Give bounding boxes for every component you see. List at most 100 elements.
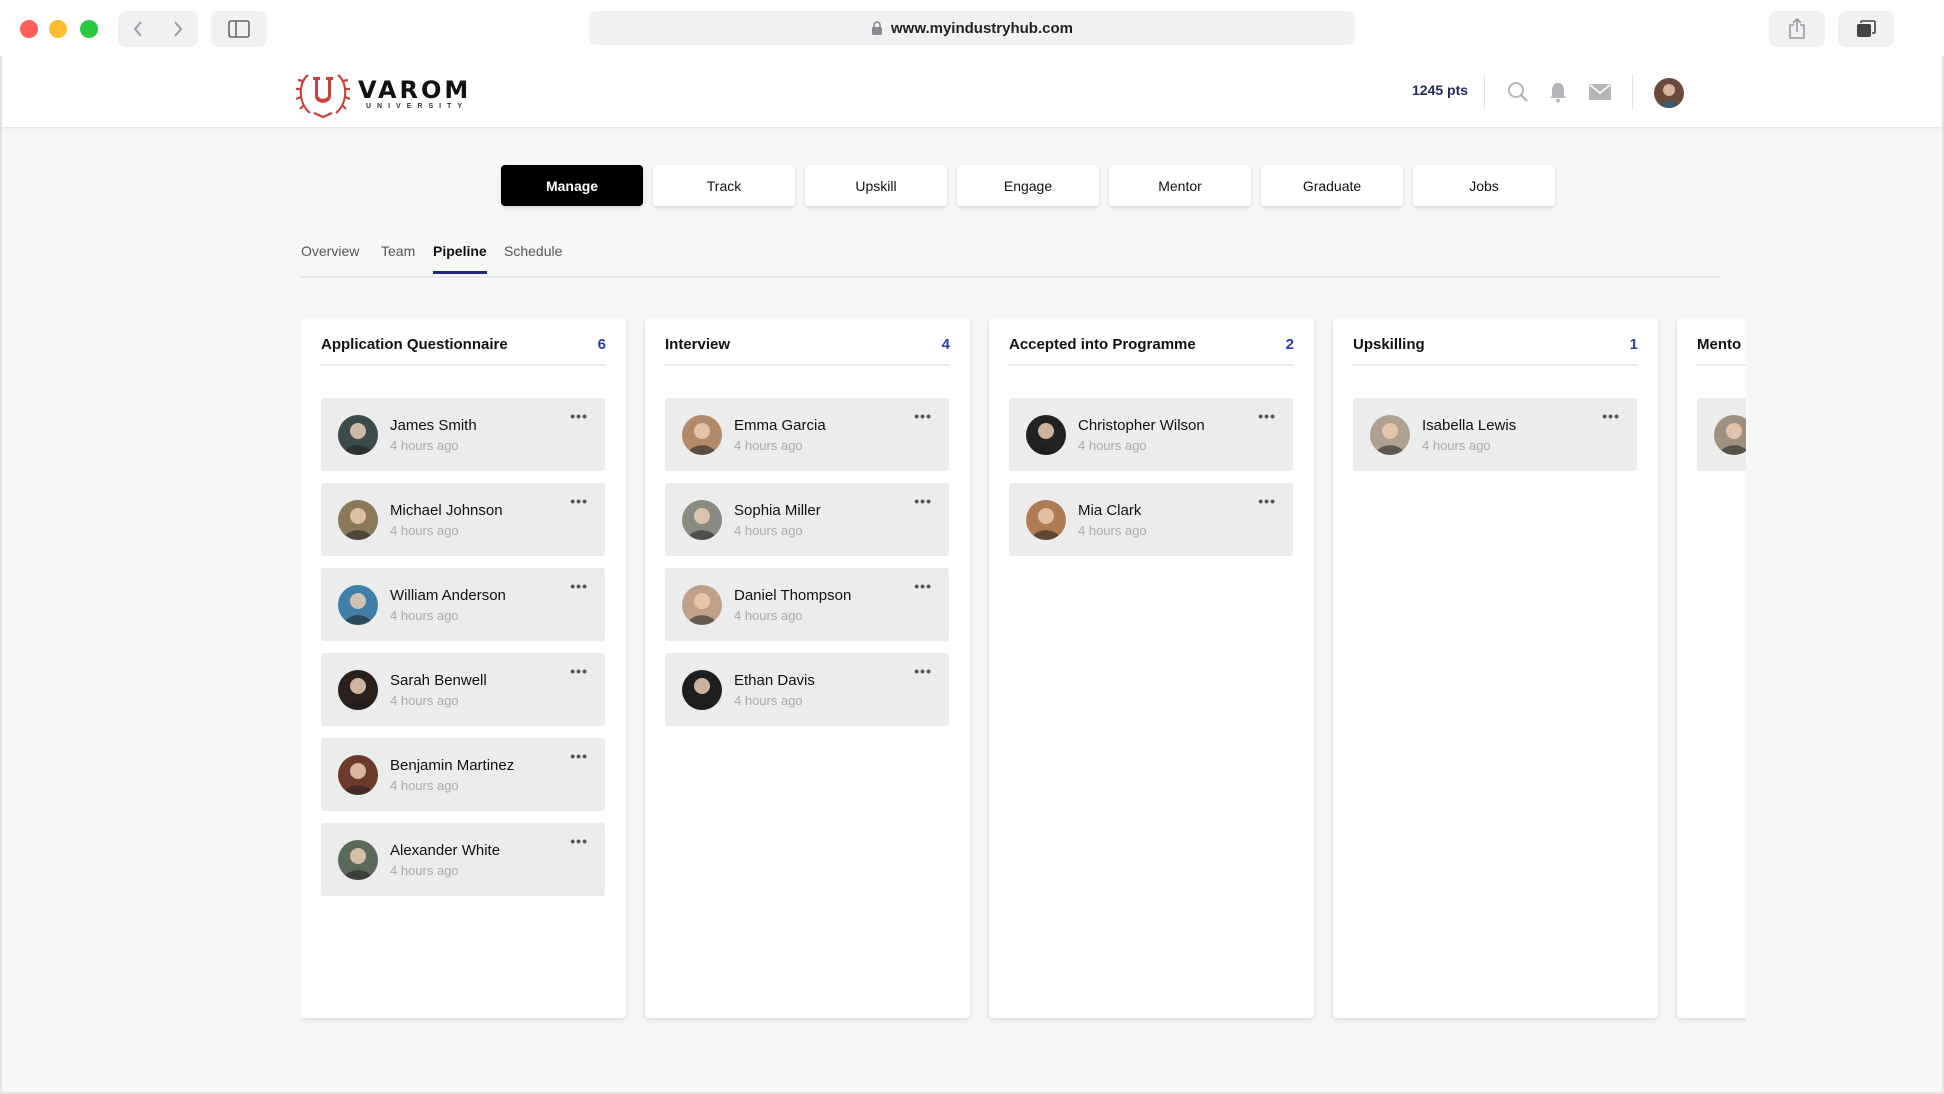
- search-button[interactable]: [1506, 80, 1530, 104]
- tab-engage[interactable]: Engage: [957, 165, 1099, 206]
- more-options-icon[interactable]: •••: [570, 833, 588, 849]
- avatar: [1370, 415, 1410, 455]
- logo-subtitle: UNIVERSITY: [366, 102, 469, 110]
- candidate-name: Sarah Benwell: [390, 672, 487, 689]
- candidate-timestamp: 4 hours ago: [1078, 438, 1147, 453]
- tab-jobs[interactable]: Jobs: [1413, 165, 1555, 206]
- avatar: [338, 840, 378, 880]
- avatar: [1714, 415, 1746, 455]
- user-avatar[interactable]: [1654, 78, 1684, 108]
- close-window-button[interactable]: [20, 20, 38, 38]
- more-options-icon[interactable]: •••: [570, 748, 588, 764]
- back-button[interactable]: [118, 11, 158, 47]
- minimize-window-button[interactable]: [49, 20, 67, 38]
- avatar: [682, 670, 722, 710]
- candidate-card[interactable]: Isabella Lewis 4 hours ago •••: [1353, 398, 1637, 471]
- subtab-pipeline[interactable]: Pipeline: [433, 243, 487, 274]
- candidate-card[interactable]: James Smith 4 hours ago •••: [321, 398, 605, 471]
- candidate-card[interactable]: Christopher Wilson 4 hours ago •••: [1009, 398, 1293, 471]
- subtab-overview[interactable]: Overview: [301, 243, 359, 271]
- tab-manage[interactable]: Manage: [501, 165, 643, 206]
- pipeline-column: Application Questionnaire 6 James Smith 4 h…: [301, 318, 626, 1018]
- candidate-timestamp: 4 hours ago: [390, 608, 459, 623]
- avatar: [338, 500, 378, 540]
- avatar: [1026, 415, 1066, 455]
- candidate-name: Daniel Thompson: [734, 587, 852, 604]
- subtab-schedule[interactable]: Schedule: [504, 243, 562, 271]
- avatar: [338, 585, 378, 625]
- share-button[interactable]: [1769, 11, 1825, 47]
- column-title: Accepted into Programme: [1009, 336, 1196, 353]
- column-title: Mento: [1697, 336, 1742, 353]
- more-options-icon[interactable]: •••: [914, 578, 932, 594]
- column-title: Upskilling: [1353, 336, 1425, 353]
- candidate-name: Isabella Lewis: [1422, 417, 1517, 434]
- more-options-icon[interactable]: •••: [1602, 408, 1620, 424]
- candidate-card[interactable]: Emma Garcia 4 hours ago •••: [665, 398, 949, 471]
- maximize-window-button[interactable]: [80, 20, 98, 38]
- candidate-card[interactable]: Daniel Thompson 4 hours ago •••: [665, 568, 949, 641]
- varom-logo[interactable]: VAROM UNIVERSITY: [294, 67, 471, 119]
- pipeline-column: Upskilling 1 Isabella Lewis 4 hours ago •••: [1333, 318, 1658, 1018]
- candidate-timestamp: 4 hours ago: [390, 523, 459, 538]
- candidate-timestamp: 4 hours ago: [1078, 523, 1147, 538]
- pipeline-board: Application Questionnaire 6 James Smith 4 h…: [301, 318, 1746, 1078]
- forward-button[interactable]: [158, 11, 198, 47]
- candidate-timestamp: 4 hours ago: [734, 438, 803, 453]
- avatar: [1026, 500, 1066, 540]
- tab-mentor[interactable]: Mentor: [1109, 165, 1251, 206]
- column-header: Upskilling 1: [1353, 336, 1638, 366]
- column-title: Application Questionnaire: [321, 336, 508, 353]
- avatar: [682, 585, 722, 625]
- candidate-name: Mia Clark: [1078, 502, 1142, 519]
- more-options-icon[interactable]: •••: [914, 663, 932, 679]
- logo-name: VAROM: [358, 75, 472, 104]
- header-divider: [1484, 74, 1485, 110]
- more-options-icon[interactable]: •••: [1258, 408, 1276, 424]
- lock-icon: [872, 20, 883, 35]
- tab-upskill[interactable]: Upskill: [805, 165, 947, 206]
- more-options-icon[interactable]: •••: [570, 408, 588, 424]
- more-options-icon[interactable]: •••: [1258, 493, 1276, 509]
- more-options-icon[interactable]: •••: [570, 493, 588, 509]
- tab-overview-button[interactable]: [1838, 11, 1894, 47]
- candidate-name: Benjamin Martinez: [390, 757, 515, 774]
- avatar: [682, 500, 722, 540]
- candidate-card[interactable]: Ethan Davis 4 hours ago •••: [665, 653, 949, 726]
- notifications-button[interactable]: [1546, 80, 1570, 104]
- candidate-card[interactable]: Mia Clark 4 hours ago •••: [1009, 483, 1293, 556]
- sidebar-toggle-button[interactable]: [211, 11, 267, 47]
- candidate-card[interactable]: William Anderson 4 hours ago •••: [321, 568, 605, 641]
- main-tabs: Manage Track Upskill Engage Mentor Graduate Jo…: [501, 165, 1555, 206]
- candidate-card[interactable]: Benjamin Martinez 4 hours ago •••: [321, 738, 605, 811]
- header-divider: [1632, 74, 1633, 110]
- more-options-icon[interactable]: •••: [570, 663, 588, 679]
- candidate-name: Sophia Miller: [734, 502, 821, 519]
- candidate-card[interactable]: Michael Johnson 4 hours ago •••: [321, 483, 605, 556]
- candidate-name: Emma Garcia: [734, 417, 826, 434]
- tab-track[interactable]: Track: [653, 165, 795, 206]
- address-bar[interactable]: www.myindustryhub.com: [589, 11, 1355, 45]
- candidate-card[interactable]: Alexander White 4 hours ago •••: [321, 823, 605, 896]
- avatar: [682, 415, 722, 455]
- avatar: [338, 670, 378, 710]
- search-icon: [1508, 82, 1528, 102]
- avatar: [338, 755, 378, 795]
- more-options-icon[interactable]: •••: [914, 493, 932, 509]
- candidate-timestamp: 4 hours ago: [1422, 438, 1491, 453]
- messages-button[interactable]: [1588, 80, 1612, 104]
- candidate-name: Alexander White: [390, 842, 501, 859]
- candidate-name: James Smith: [390, 417, 477, 434]
- tab-graduate[interactable]: Graduate: [1261, 165, 1403, 206]
- more-options-icon[interactable]: •••: [570, 578, 588, 594]
- candidate-name: William Anderson: [390, 587, 506, 604]
- column-count: 2: [1285, 336, 1294, 353]
- candidate-card[interactable]: Sarah Benwell 4 hours ago •••: [321, 653, 605, 726]
- more-options-icon[interactable]: •••: [914, 408, 932, 424]
- column-title: Interview: [665, 336, 731, 353]
- column-count: 1: [1629, 336, 1638, 353]
- candidate-card[interactable]: [1697, 398, 1746, 471]
- column-header: Application Questionnaire 6: [321, 336, 606, 366]
- subtab-team[interactable]: Team: [381, 243, 415, 271]
- candidate-card[interactable]: Sophia Miller 4 hours ago •••: [665, 483, 949, 556]
